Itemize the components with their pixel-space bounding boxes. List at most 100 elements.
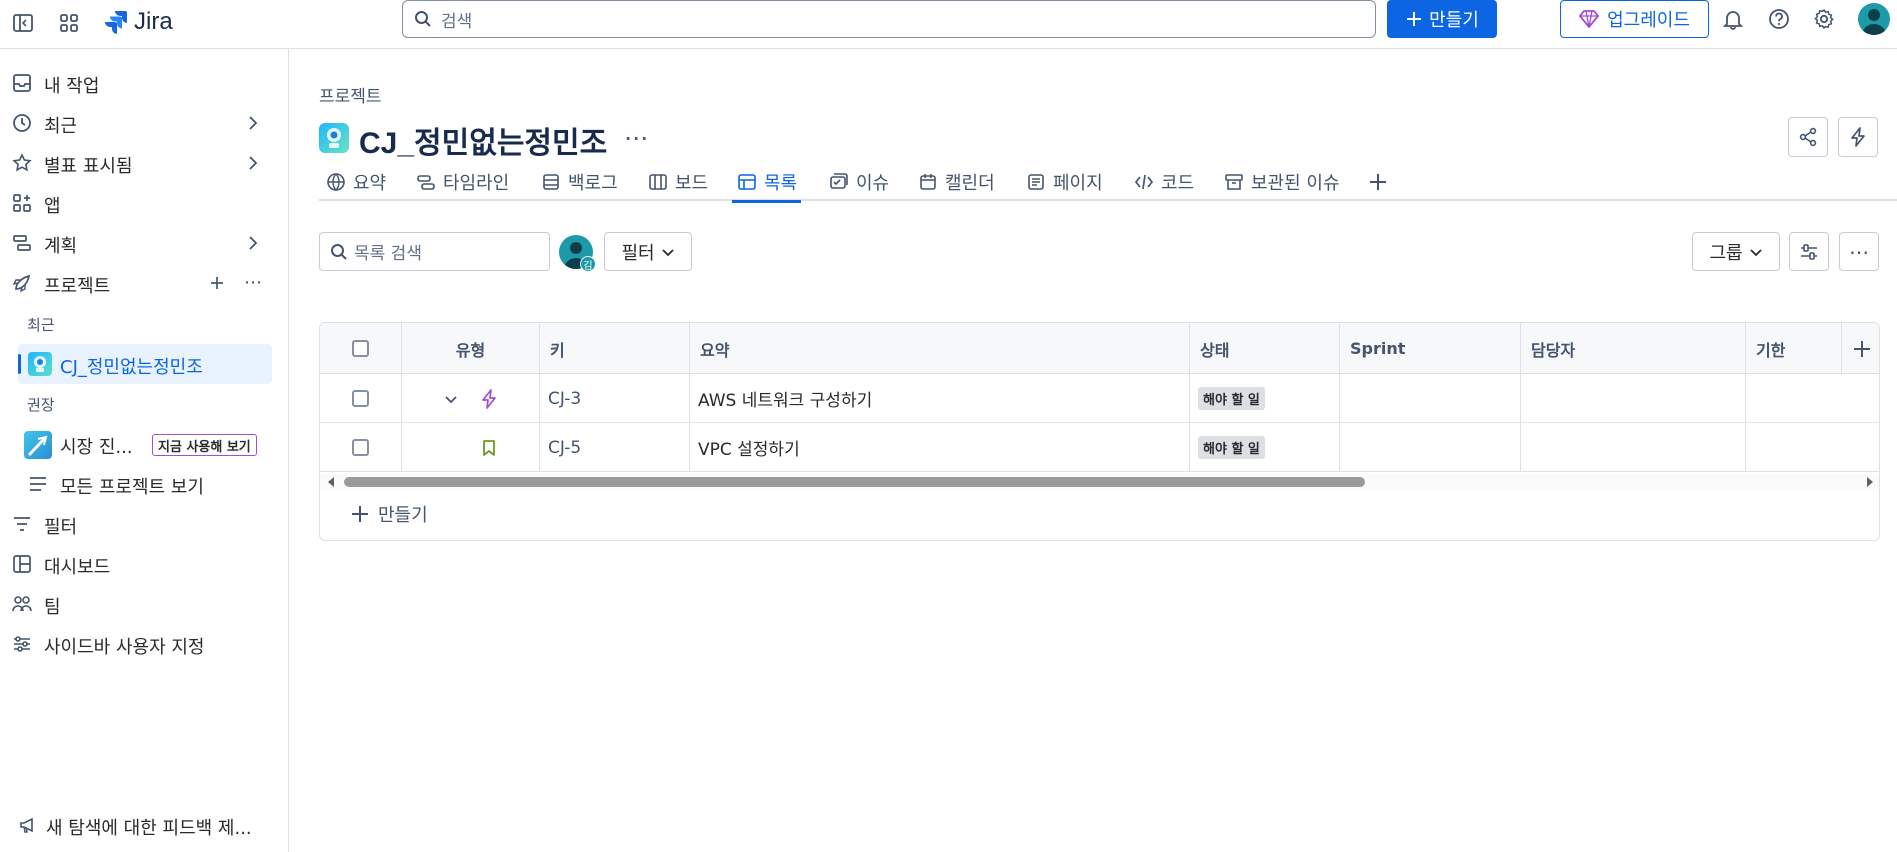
app-switcher-icon[interactable] (52, 6, 86, 40)
breadcrumb[interactable]: 프로젝트 (319, 82, 382, 107)
feedback-link[interactable]: 새 탐색에 대한 피드백 제... (0, 806, 289, 840)
group-button-label: 그룹 (1709, 242, 1743, 264)
status-badge[interactable]: 해야 할 일 (1198, 387, 1265, 410)
create-issue-button[interactable]: 만들기 (350, 501, 428, 527)
sidebar-item-all-projects[interactable]: 모든 프로젝트 보기 (0, 465, 289, 503)
issue-summary[interactable]: AWS 네트워크 구성하기 (690, 374, 1190, 423)
more-options-icon[interactable]: ⋯ (244, 272, 262, 293)
table-row[interactable]: CJ-3 AWS 네트워크 구성하기 해야 할 일 (320, 374, 1879, 423)
sidebar-item-recent[interactable]: 최근 (0, 104, 289, 142)
status-cell: 해야 할 일 (1190, 374, 1340, 423)
expand-chevron-icon[interactable] (443, 391, 459, 407)
issue-summary[interactable]: VPC 설정하기 (690, 423, 1190, 472)
add-tab-button[interactable] (1367, 163, 1389, 201)
create-button[interactable]: 만들기 (1387, 0, 1497, 38)
notifications-bell-icon[interactable] (1716, 2, 1750, 36)
list-search-placeholder: 목록 검색 (354, 244, 422, 264)
sidebar-item-filters[interactable]: 필터 (0, 505, 289, 543)
column-header-assignee[interactable]: 담당자 (1521, 323, 1746, 374)
issue-key[interactable]: CJ-5 (540, 423, 690, 472)
scrollbar-thumb[interactable] (344, 477, 1365, 487)
status-cell: 해야 할 일 (1190, 423, 1340, 472)
upgrade-button[interactable]: 업그레이드 (1560, 0, 1709, 38)
table-row[interactable]: CJ-5 VPC 설정하기 해야 할 일 (320, 423, 1879, 472)
settings-gear-icon[interactable] (1807, 2, 1841, 36)
tab-backlog[interactable]: 백로그 (540, 163, 618, 201)
help-icon[interactable] (1762, 2, 1796, 36)
sidebar-item-dashboards[interactable]: 대시보드 (0, 545, 289, 583)
view-settings-button[interactable] (1789, 232, 1829, 271)
clock-icon (12, 113, 32, 133)
column-header-status[interactable]: 상태 (1190, 323, 1340, 374)
tab-summary[interactable]: 요약 (325, 163, 386, 201)
sprint-cell[interactable] (1340, 423, 1521, 472)
sidebar-item-apps[interactable]: 앱 (0, 184, 289, 222)
sidebar-item-customize[interactable]: 사이드바 사용자 지정 (0, 625, 289, 663)
more-actions-button[interactable]: ⋯ (1839, 232, 1879, 271)
sidebar-item-label: 사이드바 사용자 지정 (44, 637, 205, 658)
column-header-type[interactable]: 유형 (402, 323, 540, 374)
sliders-icon (1801, 243, 1817, 260)
assignee-cell[interactable] (1521, 374, 1746, 423)
tab-archived-issues[interactable]: 보관된 이슈 (1223, 163, 1340, 201)
status-badge[interactable]: 해야 할 일 (1198, 436, 1265, 459)
tab-timeline[interactable]: 타임라인 (415, 163, 509, 201)
automation-button[interactable] (1838, 117, 1878, 157)
sidebar-item-plans[interactable]: 계획 (0, 224, 289, 262)
sidebar-project-active[interactable]: CJ_정민없는정민조 (18, 344, 272, 384)
user-avatar[interactable] (1858, 3, 1890, 35)
tab-label: 캘린더 (945, 173, 995, 194)
tab-pages[interactable]: 페이지 (1025, 163, 1103, 201)
add-project-icon[interactable] (208, 274, 226, 292)
assignee-cell[interactable] (1521, 423, 1746, 472)
scroll-left-arrow-icon[interactable] (326, 476, 336, 488)
app-name: Jira (134, 8, 173, 35)
column-header-key[interactable]: 키 (540, 323, 690, 374)
list-search-input[interactable]: 목록 검색 (319, 232, 550, 271)
assignee-filter-avatar[interactable]: 김 (559, 235, 596, 272)
sprint-cell[interactable] (1340, 374, 1521, 423)
plan-icon (12, 233, 32, 253)
recommended-project-label: 시장 진... (60, 437, 133, 458)
horizontal-scrollbar[interactable] (320, 473, 1879, 489)
column-header-due-date[interactable]: 기한 (1746, 323, 1842, 374)
tab-board[interactable]: 보드 (647, 163, 708, 201)
tab-calendar[interactable]: 캘린더 (917, 163, 995, 201)
sidebar-item-my-work[interactable]: 내 작업 (0, 64, 289, 102)
board-icon (647, 171, 669, 193)
add-column-button[interactable] (1842, 323, 1879, 374)
column-header-sprint[interactable]: Sprint (1340, 323, 1521, 374)
tab-code[interactable]: 코드 (1133, 163, 1194, 201)
create-issue-label: 만들기 (378, 505, 428, 526)
global-search-input[interactable]: 검색 (402, 0, 1376, 38)
project-more-icon[interactable]: ⋯ (624, 124, 649, 152)
due-date-cell[interactable] (1746, 374, 1879, 423)
search-placeholder: 검색 (441, 11, 473, 32)
list-lines-icon (28, 474, 48, 494)
filter-button[interactable]: 필터 (604, 232, 692, 271)
sidebar-item-label: 앱 (44, 196, 61, 217)
sidebar-item-label: 내 작업 (44, 76, 100, 97)
jira-logo[interactable]: Jira (104, 5, 173, 39)
tab-list[interactable]: 목록 (731, 163, 802, 203)
issue-key[interactable]: CJ-3 (540, 374, 690, 423)
group-button[interactable]: 그룹 (1692, 232, 1780, 271)
select-all-checkbox[interactable] (352, 340, 369, 357)
plus-icon (352, 506, 368, 522)
sidebar-item-projects[interactable]: 프로젝트 ⋯ (0, 264, 289, 302)
upgrade-button-label: 업그레이드 (1607, 10, 1690, 31)
column-header-summary[interactable]: 요약 (690, 323, 1190, 374)
row-checkbox[interactable] (352, 439, 369, 456)
sidebar: 내 작업 최근 별표 표시됨 앱 계획 프로젝트 ⋯ 최근 CJ_정민없는정민조… (0, 49, 289, 852)
try-now-badge[interactable]: 지금 사용해 보기 (152, 434, 257, 456)
share-button[interactable] (1788, 117, 1828, 157)
row-checkbox[interactable] (352, 390, 369, 407)
sidebar-toggle-icon[interactable] (6, 6, 40, 40)
row-select-cell (320, 374, 402, 423)
scroll-right-arrow-icon[interactable] (1865, 476, 1875, 488)
share-icon (1799, 127, 1817, 147)
tab-issues[interactable]: 이슈 (828, 163, 889, 201)
due-date-cell[interactable] (1746, 423, 1879, 472)
sidebar-item-starred[interactable]: 별표 표시됨 (0, 144, 289, 182)
sidebar-item-teams[interactable]: 팀 (0, 585, 289, 623)
